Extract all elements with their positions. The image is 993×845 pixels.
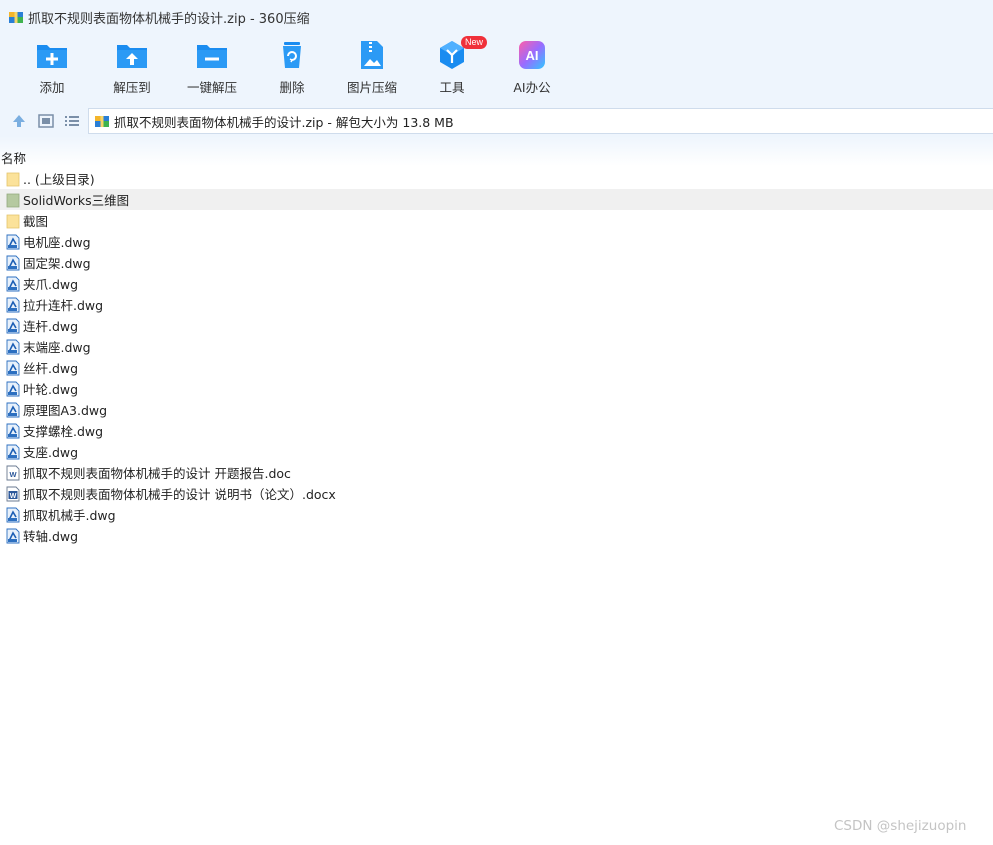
image-compress-button[interactable]: 图片压缩 bbox=[332, 38, 412, 100]
dwg-file-icon bbox=[6, 339, 20, 354]
file-name: 支座.dwg bbox=[23, 445, 79, 460]
ai-office-button-label: AI办公 bbox=[513, 80, 551, 95]
new-badge: New bbox=[461, 36, 488, 49]
folder-row[interactable]: 截图 bbox=[0, 210, 993, 231]
file-name: 连杆.dwg bbox=[23, 319, 79, 334]
file-row[interactable]: 抓取机械手.dwg bbox=[0, 504, 993, 525]
zip-app-icon bbox=[9, 12, 23, 23]
add-button[interactable]: 添加 bbox=[12, 38, 92, 100]
window-title: 抓取不规则表面物体机械手的设计.zip - 360压缩 bbox=[28, 11, 310, 27]
dwg-file-icon bbox=[6, 234, 20, 249]
file-name: 转轴.dwg bbox=[23, 529, 79, 544]
file-name: 固定架.dwg bbox=[23, 256, 91, 271]
extract-to-icon bbox=[117, 45, 147, 68]
file-row[interactable]: 支座.dwg bbox=[0, 441, 993, 462]
svg-text:W: W bbox=[9, 470, 17, 479]
column-header: 名称 bbox=[0, 136, 993, 166]
add-button-label: 添加 bbox=[39, 80, 65, 95]
folder-row[interactable]: .. (上级目录) bbox=[0, 168, 993, 189]
file-name: 丝杆.dwg bbox=[23, 361, 79, 376]
docx-file-icon: W bbox=[6, 486, 20, 501]
file-row[interactable]: 丝杆.dwg bbox=[0, 357, 993, 378]
file-row[interactable]: 支撑螺栓.dwg bbox=[0, 420, 993, 441]
ai-office-icon: AI bbox=[519, 41, 545, 69]
toolbar: 添加 解压到 一键解压 删除 图片压缩 New 工具 AI AI办公 bbox=[0, 34, 993, 106]
file-name: SolidWorks三维图 bbox=[23, 193, 130, 208]
one-click-extract-button-label: 一键解压 bbox=[186, 80, 237, 95]
file-row[interactable]: 连杆.dwg bbox=[0, 315, 993, 336]
column-name-header[interactable]: 名称 bbox=[1, 148, 26, 167]
folder-icon bbox=[6, 193, 20, 207]
file-list: .. (上级目录) SolidWorks三维图 截图电机座.dwg 固定架.dwg 夹爪… bbox=[0, 168, 993, 546]
file-row[interactable]: 叶轮.dwg bbox=[0, 378, 993, 399]
list-view-icon[interactable] bbox=[63, 112, 81, 130]
file-name: 支撑螺栓.dwg bbox=[23, 424, 104, 439]
file-name: 末端座.dwg bbox=[23, 340, 91, 355]
file-name: 抓取不规则表面物体机械手的设计 开题报告.doc bbox=[23, 466, 291, 481]
folder-icon bbox=[6, 214, 20, 228]
file-name: 原理图A3.dwg bbox=[23, 403, 108, 418]
file-row[interactable]: W 抓取不规则表面物体机械手的设计 说明书（论文）.docx bbox=[0, 483, 993, 504]
image-compress-icon bbox=[361, 41, 383, 69]
one-click-extract-icon bbox=[197, 45, 227, 68]
file-name: 电机座.dwg bbox=[23, 235, 91, 250]
delete-button[interactable]: 删除 bbox=[252, 38, 332, 100]
file-row[interactable]: 电机座.dwg bbox=[0, 231, 993, 252]
file-row[interactable]: 末端座.dwg bbox=[0, 336, 993, 357]
up-arrow-icon[interactable] bbox=[10, 112, 28, 130]
title-bar: 抓取不规则表面物体机械手的设计.zip - 360压缩 bbox=[0, 0, 993, 34]
path-text: 抓取不规则表面物体机械手的设计.zip - 解包大小为 13.8 MB bbox=[114, 114, 454, 130]
ai-icon-text: AI bbox=[526, 48, 539, 63]
dwg-file-icon bbox=[6, 402, 20, 417]
file-name: 叶轮.dwg bbox=[23, 382, 79, 397]
recycle-bin-icon bbox=[283, 42, 301, 68]
dwg-file-icon bbox=[6, 423, 20, 438]
dwg-file-icon bbox=[6, 276, 20, 291]
extract-to-button[interactable]: 解压到 bbox=[92, 38, 172, 100]
extract-to-button-label: 解压到 bbox=[113, 80, 151, 95]
tools-button[interactable]: New 工具 bbox=[412, 36, 492, 100]
file-name: 拉升连杆.dwg bbox=[23, 298, 104, 313]
folder-icon bbox=[6, 172, 20, 186]
file-name: 夹爪.dwg bbox=[23, 277, 79, 292]
file-row[interactable]: 原理图A3.dwg bbox=[0, 399, 993, 420]
path-field[interactable]: 抓取不规则表面物体机械手的设计.zip - 解包大小为 13.8 MB bbox=[88, 108, 993, 134]
file-name: .. (上级目录) bbox=[23, 172, 95, 187]
dwg-file-icon bbox=[6, 528, 20, 543]
svg-text:W: W bbox=[10, 492, 17, 499]
dwg-file-icon bbox=[6, 360, 20, 375]
folder-row[interactable]: SolidWorks三维图 bbox=[0, 189, 993, 210]
file-row[interactable]: W 抓取不规则表面物体机械手的设计 开题报告.doc bbox=[0, 462, 993, 483]
dwg-file-icon bbox=[6, 381, 20, 396]
file-row[interactable]: 拉升连杆.dwg bbox=[0, 294, 993, 315]
delete-button-label: 删除 bbox=[279, 80, 305, 95]
zip-file-icon bbox=[95, 116, 109, 127]
file-row[interactable]: 固定架.dwg bbox=[0, 252, 993, 273]
file-name: 截图 bbox=[23, 214, 49, 229]
file-name: 抓取不规则表面物体机械手的设计 说明书（论文）.docx bbox=[23, 487, 336, 502]
add-folder-icon bbox=[37, 45, 67, 68]
image-compress-button-label: 图片压缩 bbox=[346, 80, 397, 95]
tools-button-label: 工具 bbox=[439, 80, 465, 95]
doc-file-icon: W bbox=[6, 465, 20, 480]
dwg-file-icon bbox=[6, 297, 20, 312]
thumbnail-view-icon[interactable] bbox=[37, 112, 55, 130]
dwg-file-icon bbox=[6, 255, 20, 270]
file-row[interactable]: 转轴.dwg bbox=[0, 525, 993, 546]
file-name: 抓取机械手.dwg bbox=[23, 508, 116, 523]
address-bar: 抓取不规则表面物体机械手的设计.zip - 解包大小为 13.8 MB bbox=[0, 106, 993, 136]
ai-office-button[interactable]: AI AI办公 bbox=[492, 38, 572, 100]
dwg-file-icon bbox=[6, 507, 20, 522]
dwg-file-icon bbox=[6, 318, 20, 333]
file-row[interactable]: 夹爪.dwg bbox=[0, 273, 993, 294]
dwg-file-icon bbox=[6, 444, 20, 459]
watermark: CSDN @shejizuopin bbox=[834, 818, 967, 834]
one-click-extract-button[interactable]: 一键解压 bbox=[172, 38, 252, 100]
